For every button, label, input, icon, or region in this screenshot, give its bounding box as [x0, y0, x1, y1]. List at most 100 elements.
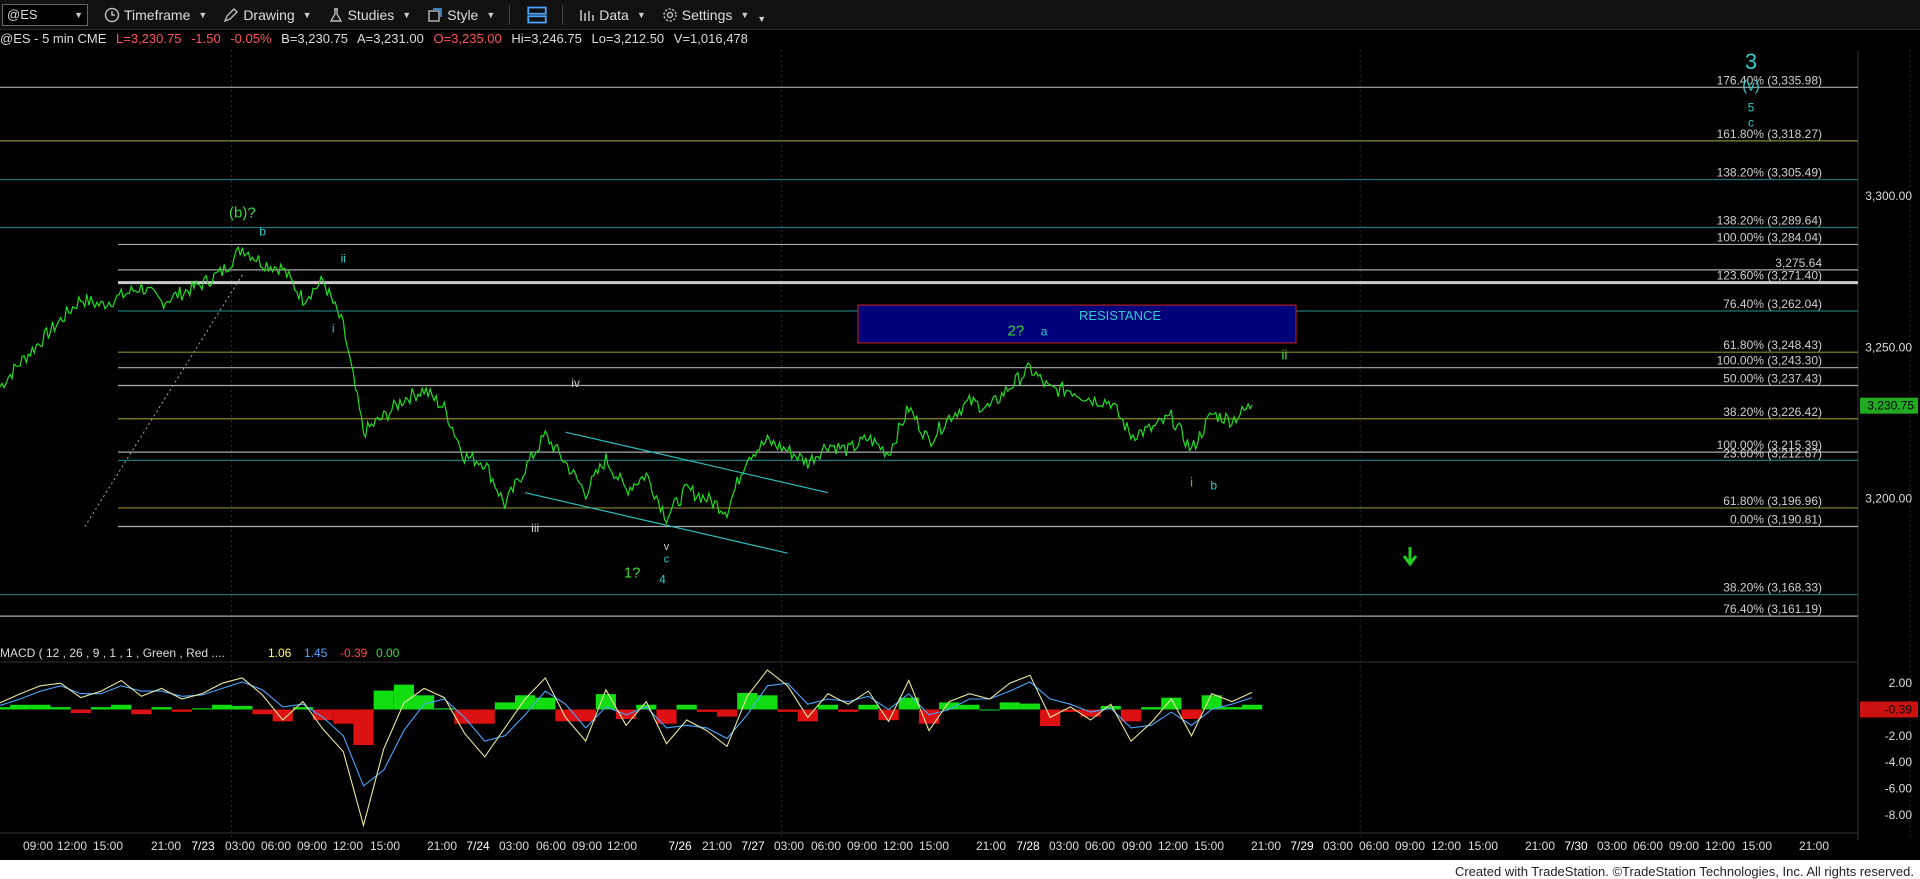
macd-histogram-bar [656, 709, 677, 724]
chart-symbol: @ES - 5 min CME [0, 31, 107, 46]
wave-label: iv [571, 376, 580, 390]
price-axis-tick: 3,200.00 [1865, 492, 1912, 506]
time-axis-tick: 06:00 [261, 839, 291, 853]
macd-histogram-bar [393, 684, 415, 710]
fib-level-label: 176.40% (3,335.98) [1717, 73, 1822, 87]
overflow-icon[interactable]: ▼ [757, 14, 766, 24]
macd-histogram-bar [131, 709, 152, 715]
macd-histogram-bar [10, 704, 31, 710]
macd-histogram-bar [50, 707, 71, 710]
settings-menu[interactable]: Settings ▼ [662, 7, 750, 23]
time-axis-tick: 12:00 [1705, 839, 1735, 853]
macd-histogram-bar [757, 695, 778, 710]
time-axis-tick: 03:00 [225, 839, 255, 853]
wedge-lower-line [524, 492, 788, 554]
time-axis-tick: 15:00 [1742, 839, 1772, 853]
time-axis-tick: 06:00 [1359, 839, 1389, 853]
macd-histogram-bar [838, 709, 859, 712]
macd-axis-tick: -2.00 [1885, 729, 1913, 743]
chevron-down-icon: ▼ [302, 9, 312, 20]
fib-level-label: 138.20% (3,305.49) [1717, 166, 1822, 180]
layout-icon [527, 6, 547, 23]
time-axis-tick: 06:00 [811, 839, 841, 853]
macd-histogram-bar [353, 709, 374, 746]
time-axis-tick: 21:00 [976, 839, 1006, 853]
clock-icon [104, 7, 120, 22]
chevron-down-icon: ▼ [402, 9, 412, 20]
fib-level-label: 138.20% (3,289.64) [1717, 213, 1822, 227]
time-axis-tick: 12:00 [1158, 839, 1188, 853]
macd-line [0, 669, 1253, 828]
macd-histogram-bar [313, 709, 334, 721]
time-axis-tick: 21:00 [151, 839, 181, 853]
macd-histogram-bar [817, 704, 839, 710]
fib-level-label: 50.00% (3,237.43) [1723, 371, 1822, 385]
macd-histogram-bar [1242, 704, 1263, 710]
time-axis-tick: 09:00 [23, 839, 53, 853]
time-axis-tick: 09:00 [1122, 839, 1152, 853]
macd-histogram-bar [555, 709, 576, 722]
time-axis-tick: 06:00 [1633, 839, 1663, 853]
wave-label: i [332, 321, 335, 335]
studies-menu[interactable]: Studies ▼ [328, 7, 412, 23]
drawing-menu[interactable]: Drawing ▼ [223, 6, 312, 23]
chevron-down-icon: ▼ [74, 9, 83, 20]
macd-histogram-bar [959, 704, 980, 710]
time-axis-tick: 09:00 [1669, 839, 1699, 853]
symbol-label: @ES [7, 7, 38, 22]
macd-histogram-bar [494, 702, 515, 710]
wave-label: 1? [624, 564, 641, 581]
macd-value: 1.06 [268, 646, 292, 660]
macd-histogram-bar [191, 708, 213, 710]
style-menu[interactable]: Style ▼ [427, 7, 495, 23]
layout-button[interactable] [526, 5, 548, 25]
macd-histogram-bar [1221, 707, 1243, 710]
wave-label: (b)? [229, 204, 256, 221]
macd-histogram-bar [1019, 703, 1041, 710]
wave-label: iii [531, 521, 539, 535]
time-axis-tick: 21:00 [1525, 839, 1555, 853]
data-menu[interactable]: Data ▼ [579, 7, 646, 23]
wave-label: b [259, 224, 266, 238]
fib-level-label: 0.00% (3,190.81) [1730, 513, 1822, 527]
time-axis-tick: 09:00 [847, 839, 877, 853]
toolbar-divider [509, 4, 511, 25]
time-axis-tick: 7/30 [1564, 839, 1588, 853]
copyright-footer: Created with TradeStation. ©TradeStation… [1454, 864, 1914, 879]
fib-level-label: 61.80% (3,196.96) [1723, 494, 1822, 508]
chevron-down-icon: ▼ [636, 9, 646, 20]
macd-histogram-bar [777, 709, 798, 712]
wave-label: 4 [659, 572, 666, 586]
macd-histogram-bar [30, 704, 51, 710]
fib-level-label: 100.00% (3,243.30) [1717, 354, 1822, 368]
macd-histogram-bar [252, 709, 273, 715]
macd-histogram-bar [1120, 709, 1142, 722]
timeframe-menu[interactable]: Timeframe ▼ [104, 7, 207, 23]
time-axis-tick: 21:00 [702, 839, 732, 853]
macd-histogram-bar [232, 705, 253, 710]
time-axis-tick: 15:00 [370, 839, 400, 853]
time-axis-tick: 7/26 [668, 839, 692, 853]
fib-level-label: 123.60% (3,271.40) [1717, 269, 1822, 283]
fib-level-label: 38.20% (3,226.42) [1723, 405, 1822, 419]
macd-axis-tick: -4.00 [1885, 755, 1913, 769]
quote-info-line: @ES - 5 min CME L=3,230.75 -1.50 -0.05% … [0, 31, 754, 46]
drawing-label: Drawing [243, 6, 295, 23]
wave-label: v [664, 541, 670, 553]
wave-label: (v) [1742, 77, 1760, 94]
toolbar: @ES ▼ Timeframe ▼ Drawing ▼ Studies ▼ St… [0, 0, 1920, 30]
high: Hi=3,246.75 [511, 31, 582, 46]
price-axis-tick: 3,300.00 [1865, 189, 1912, 203]
macd-histogram-bar [373, 690, 394, 710]
symbol-selector[interactable]: @ES ▼ [2, 3, 88, 26]
time-axis-tick: 12:00 [333, 839, 363, 853]
chevron-down-icon: ▼ [740, 9, 750, 20]
macd-histogram-bar [696, 709, 717, 712]
macd-histogram-bar [171, 709, 192, 712]
price-chart[interactable]: 176.40% (3,335.98) 161.80% (3,318.27) 138.… [0, 50, 1920, 860]
time-axis-tick: 03:00 [1323, 839, 1353, 853]
macd-histogram-bar [90, 707, 112, 710]
macd-histogram-bar [716, 709, 738, 717]
fib-level-label: 61.80% (3,248.43) [1723, 338, 1822, 352]
time-axis-tick: 09:00 [572, 839, 602, 853]
